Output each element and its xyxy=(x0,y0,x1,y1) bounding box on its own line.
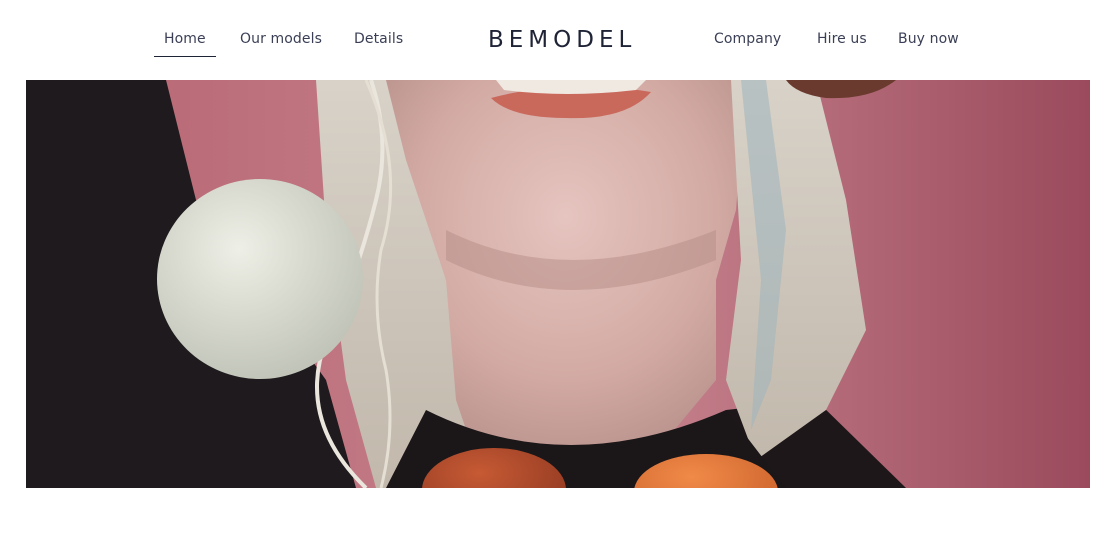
nav-details[interactable]: Details xyxy=(354,30,403,48)
nav-hire-us[interactable]: Hire us xyxy=(817,30,867,48)
site-header: Home Our models Details BEMODEL Company … xyxy=(0,0,1117,80)
hero-portrait-illustration xyxy=(26,80,1090,488)
brand-logo[interactable]: BEMODEL xyxy=(488,26,636,54)
nav-buy-now[interactable]: Buy now xyxy=(898,30,959,48)
nav-our-models[interactable]: Our models xyxy=(240,30,322,48)
hero-image xyxy=(26,80,1090,488)
nav-company[interactable]: Company xyxy=(714,30,781,48)
nav-home[interactable]: Home xyxy=(154,30,216,57)
